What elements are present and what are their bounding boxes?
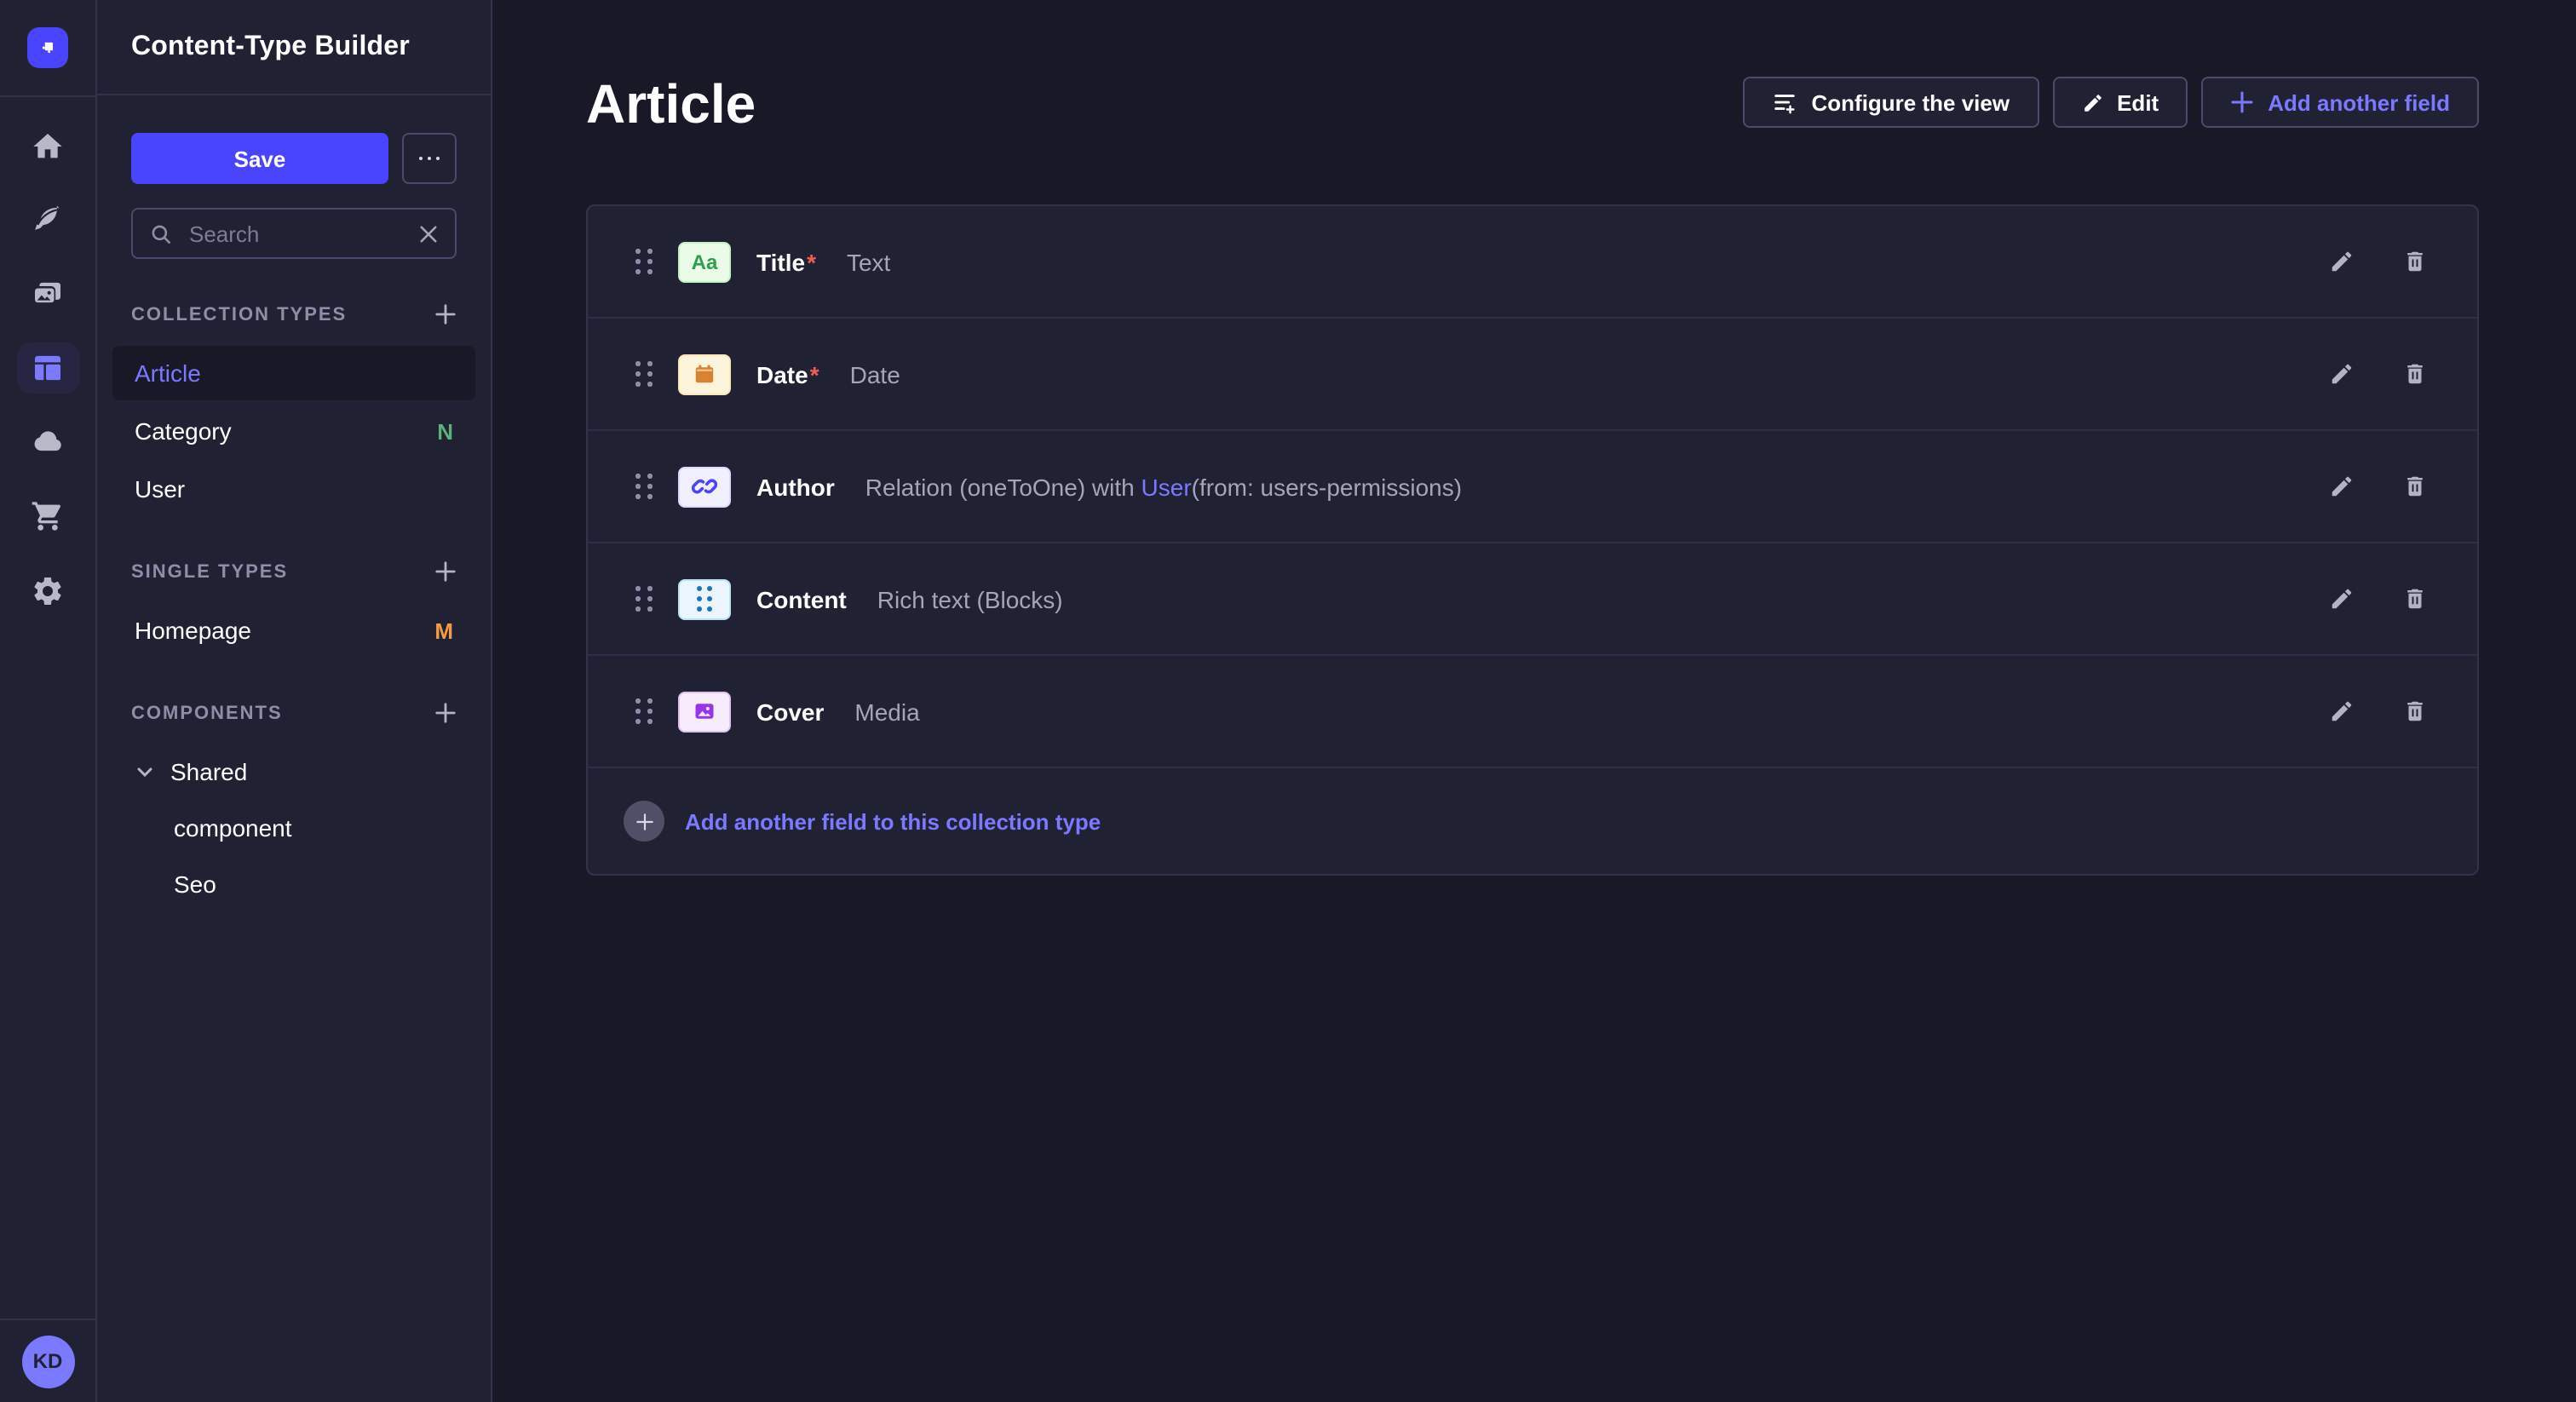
sidebar-item-seo[interactable]: Seo — [112, 855, 475, 911]
sidebar-item-category[interactable]: Category N — [112, 404, 475, 458]
status-badge-new: N — [437, 418, 453, 444]
strapi-logo — [27, 27, 68, 68]
add-field-footer-button[interactable]: Add another field to this collection typ… — [588, 768, 2477, 874]
sidebar-item-homepage[interactable]: Homepage M — [112, 603, 475, 658]
text-field-icon: Aa — [678, 241, 731, 282]
configure-view-icon — [1773, 89, 1798, 115]
drag-handle-icon[interactable] — [635, 474, 653, 499]
delete-field-button[interactable] — [2395, 243, 2433, 280]
user-avatar[interactable]: KD — [21, 1335, 74, 1388]
edit-field-button[interactable] — [2322, 243, 2360, 280]
field-type: Media — [854, 698, 919, 725]
nav-home-icon[interactable] — [0, 109, 95, 183]
component-group-shared[interactable]: Shared — [112, 744, 475, 799]
rail-footer: KD — [0, 1319, 95, 1402]
ellipsis-icon — [419, 157, 423, 161]
nav-marketplace-cart-icon[interactable] — [0, 480, 95, 554]
fields-table: Aa Title* Text — [586, 204, 2479, 876]
sidebar-header: Content-Type Builder — [97, 0, 491, 95]
field-type: Text — [847, 248, 890, 275]
header-toolbar: Configure the view Edit Add another fiel… — [1744, 77, 2480, 128]
edit-field-button[interactable] — [2322, 580, 2360, 618]
search-icon — [150, 222, 172, 244]
delete-field-button[interactable] — [2395, 468, 2433, 505]
field-row-content[interactable]: Content Rich text (Blocks) — [588, 543, 2477, 656]
sidebar-item-article[interactable]: Article — [112, 346, 475, 400]
required-mark: * — [807, 248, 816, 275]
field-row-cover[interactable]: Cover Media — [588, 656, 2477, 768]
plus-circle-icon — [624, 801, 664, 842]
field-name: Title* — [756, 248, 816, 275]
nav-content-type-builder-icon[interactable] — [0, 331, 95, 405]
clear-search-icon[interactable] — [419, 224, 438, 243]
drag-handle-icon[interactable] — [635, 249, 653, 274]
field-name: Author — [756, 473, 835, 500]
field-name: Date* — [756, 360, 819, 388]
nav-settings-gear-icon[interactable] — [0, 554, 95, 628]
save-button[interactable]: Save — [131, 133, 388, 184]
field-row-author[interactable]: Author Relation (oneToOne) with User(fro… — [588, 431, 2477, 543]
drag-handle-icon[interactable] — [635, 698, 653, 724]
plugin-sidebar: Content-Type Builder Save — [97, 0, 492, 1402]
field-type: Rich text (Blocks) — [877, 585, 1063, 612]
drag-handle-icon[interactable] — [635, 361, 653, 387]
status-badge-modified: M — [434, 618, 453, 643]
active-nav-highlight — [16, 343, 79, 394]
field-row-date[interactable]: Date* Date — [588, 319, 2477, 431]
field-row-title[interactable]: Aa Title* Text — [588, 206, 2477, 319]
content-type-builder-app: KD Content-Type Builder Save — [0, 0, 2576, 1402]
configure-view-button[interactable]: Configure the view — [1744, 77, 2039, 128]
page-title: Article — [586, 72, 756, 136]
add-component-button[interactable] — [434, 702, 457, 724]
edit-button[interactable]: Edit — [2052, 77, 2188, 128]
nav-media-library-icon[interactable] — [0, 257, 95, 331]
delete-field-button[interactable] — [2395, 580, 2433, 618]
media-field-icon — [678, 691, 731, 732]
field-name: Cover — [756, 698, 824, 725]
section-label-collection-types: COLLECTION TYPES — [131, 304, 347, 325]
section-label-components: COMPONENTS — [131, 703, 283, 723]
add-collection-type-button[interactable] — [434, 303, 457, 325]
plus-icon — [2230, 90, 2254, 114]
add-another-field-button[interactable]: Add another field — [2201, 77, 2479, 128]
relation-field-icon — [678, 466, 731, 507]
search-box — [131, 208, 457, 259]
add-single-type-button[interactable] — [434, 560, 457, 583]
main-content: Article Configure the view Edit — [492, 0, 2576, 1402]
rail-header — [0, 0, 95, 97]
plugin-title: Content-Type Builder — [131, 32, 410, 62]
chevron-down-icon — [135, 761, 155, 782]
edit-field-button[interactable] — [2322, 468, 2360, 505]
blocks-field-icon — [678, 578, 731, 619]
edit-field-button[interactable] — [2322, 692, 2360, 730]
nav-deploy-cloud-icon[interactable] — [0, 405, 95, 480]
relation-target-link: User — [1141, 473, 1192, 500]
nav-content-manager-icon[interactable] — [0, 183, 95, 257]
add-field-footer-label: Add another field to this collection typ… — [685, 808, 1101, 834]
edit-field-button[interactable] — [2322, 355, 2360, 393]
sidebar-item-component[interactable]: component — [112, 799, 475, 855]
field-type: Relation (oneToOne) with User(from: user… — [865, 473, 1462, 500]
drag-handle-icon[interactable] — [635, 586, 653, 612]
search-input[interactable] — [186, 219, 405, 248]
nav-rail: KD — [0, 0, 97, 1402]
rail-nav — [0, 97, 95, 628]
more-actions-button[interactable] — [402, 133, 457, 184]
field-type: Date — [850, 360, 900, 388]
required-mark: * — [810, 360, 819, 388]
delete-field-button[interactable] — [2395, 355, 2433, 393]
sidebar-item-user[interactable]: User — [112, 462, 475, 516]
date-field-icon — [678, 353, 731, 394]
section-label-single-types: SINGLE TYPES — [131, 561, 288, 582]
delete-field-button[interactable] — [2395, 692, 2433, 730]
field-name: Content — [756, 585, 847, 612]
pencil-icon — [2081, 91, 2103, 113]
